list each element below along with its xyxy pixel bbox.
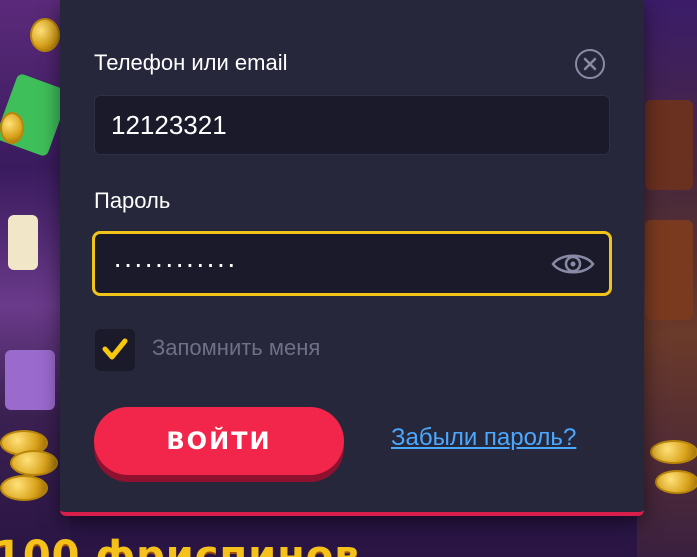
- remember-me-checkbox[interactable]: [95, 329, 135, 371]
- slot-symbol-decoration: [645, 100, 693, 190]
- promo-banner-text: 100 фриспинов: [0, 533, 361, 557]
- close-button[interactable]: [575, 49, 605, 79]
- coin-decoration: [655, 470, 697, 494]
- coin-decoration: [30, 18, 60, 52]
- gem-decoration: [5, 350, 55, 410]
- coin-decoration: [0, 475, 48, 501]
- phone-email-field[interactable]: [94, 95, 610, 155]
- password-input[interactable]: [113, 234, 553, 293]
- phone-email-input[interactable]: [111, 96, 551, 154]
- coin-decoration: [650, 440, 697, 464]
- eye-icon[interactable]: [551, 250, 595, 278]
- remember-me-label[interactable]: Запомнить меня: [152, 335, 320, 361]
- coin-decoration: [0, 112, 24, 144]
- password-field[interactable]: [92, 231, 612, 296]
- checkmark-icon: [102, 338, 128, 360]
- forgot-password-link[interactable]: Забыли пароль?: [391, 424, 576, 452]
- phone-email-label: Телефон или email: [94, 50, 288, 75]
- close-icon: [583, 57, 597, 71]
- password-label: Пароль: [94, 188, 171, 213]
- login-button[interactable]: ВОЙТИ: [94, 407, 344, 475]
- slot-symbol-decoration: [8, 215, 38, 270]
- slot-symbol-decoration: [645, 220, 693, 320]
- login-modal: Телефон или email Пароль Запомнить меня …: [60, 0, 644, 516]
- coin-decoration: [10, 450, 58, 476]
